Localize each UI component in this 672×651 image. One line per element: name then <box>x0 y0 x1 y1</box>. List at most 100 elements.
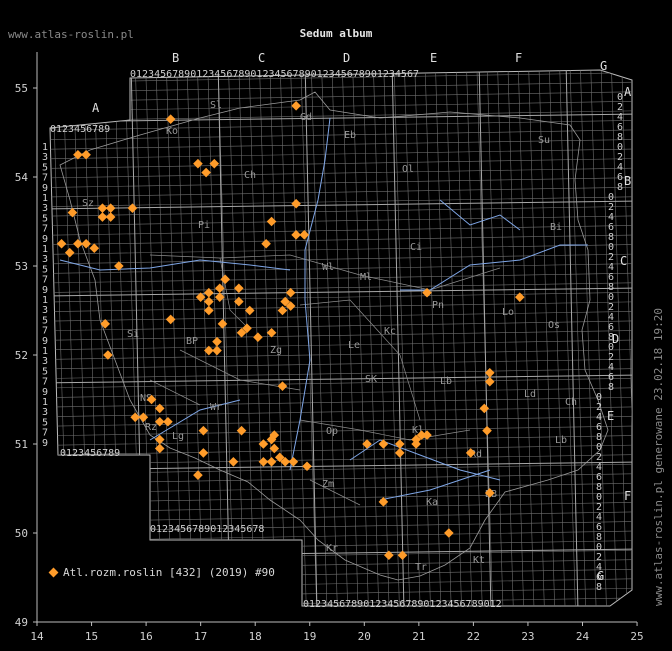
occurrence-point <box>291 198 301 209</box>
region-code: Sz <box>82 198 94 209</box>
region-code: Os <box>548 320 560 331</box>
region-code: Wl <box>322 262 334 273</box>
region-code: Ka <box>426 497 438 508</box>
y-tick-label: 52 <box>15 349 28 362</box>
occurrence-point <box>444 528 454 538</box>
region-line <box>309 479 361 506</box>
occurrence-point <box>236 425 247 436</box>
region-code: Pi <box>198 220 210 231</box>
grid-row-letter: B <box>624 174 631 188</box>
right-digit: 8 <box>608 382 614 393</box>
y-tick-label: 50 <box>15 527 28 540</box>
x-tick-label: 23 <box>521 630 534 643</box>
region-code: Sl <box>210 100 222 111</box>
x-tick-label: 22 <box>467 630 480 643</box>
occurrence-point <box>378 439 389 449</box>
region-code: Wr <box>210 402 222 413</box>
x-tick-label: 24 <box>576 630 590 643</box>
occurrence-point <box>288 456 299 467</box>
occurrence-point <box>165 114 176 124</box>
occurrence-point <box>163 416 173 427</box>
region-code: Kr <box>326 543 338 554</box>
occurrence-point <box>291 230 301 240</box>
region-code: Ch <box>565 397 577 408</box>
y-tick-label: 53 <box>15 260 28 273</box>
region-code: Bi <box>550 222 562 233</box>
y-tick-label: 49 <box>15 616 28 629</box>
occurrence-point <box>479 403 490 414</box>
bottom-mid-digit-row: 0123456789012345678 <box>150 524 264 535</box>
occurrence-point <box>394 439 405 449</box>
occurrence-point <box>89 243 100 254</box>
occurrence-point <box>193 158 203 169</box>
grid-column-letter: G <box>600 59 607 73</box>
occurrence-point <box>220 274 231 285</box>
grid-column-letter: E <box>430 51 437 65</box>
x-tick-label: 14 <box>30 630 44 643</box>
occurrence-point <box>291 100 301 111</box>
occurrence-point <box>266 456 277 467</box>
occurrence-point <box>73 238 83 249</box>
x-tick-label: 17 <box>194 630 207 643</box>
legend-marker-icon <box>48 567 59 578</box>
distribution-map: AB C D E FGABCDEFG01234567890123456789012345… <box>15 51 644 643</box>
river <box>400 244 588 291</box>
occurrence-point <box>204 305 214 316</box>
occurrence-point <box>285 287 296 298</box>
region-line <box>149 379 201 406</box>
region-code: Pn <box>432 300 444 311</box>
x-tick-label: 16 <box>139 630 152 643</box>
left-bottom-digit-row: 0123456789 <box>60 448 120 459</box>
occurrence-point <box>198 448 209 458</box>
occurrence-point <box>277 305 288 316</box>
occurrence-point <box>258 456 269 467</box>
right-digit: 8 <box>596 582 602 593</box>
grid-row-letter: C <box>620 254 627 268</box>
left-digit: 9 <box>42 438 48 449</box>
river <box>439 199 521 231</box>
right-digit: 8 <box>617 182 623 193</box>
region-code: BP <box>186 336 198 347</box>
occurrence-point <box>97 212 108 222</box>
region-code: Lb <box>440 376 452 387</box>
region-code: Zg <box>270 345 282 356</box>
occurrence-point <box>56 238 67 249</box>
grid-row-letter: F <box>624 489 631 503</box>
grid-row-letter: E <box>607 409 614 423</box>
region-code: Ld <box>524 389 536 400</box>
occurrence-point <box>198 425 209 436</box>
occurrence-point <box>212 336 222 347</box>
occurrence-point <box>204 287 214 298</box>
x-tick-label: 21 <box>412 630 425 643</box>
region-code: SK <box>365 374 377 385</box>
region-code: Rz <box>145 422 157 433</box>
grid-row-letter: A <box>624 85 632 99</box>
bottom-digit-row: 012345678901234567890123456789012 <box>303 599 502 610</box>
grid-column-letter: F <box>515 51 522 65</box>
occurrence-point <box>484 367 495 378</box>
grid-column-letter: A <box>92 101 100 115</box>
occurrence-point <box>97 203 108 213</box>
y-tick-label: 54 <box>15 171 29 184</box>
x-tick-label: 20 <box>358 630 371 643</box>
region-code: Eb <box>344 130 356 141</box>
region-code: Le <box>348 340 360 351</box>
occurrence-point <box>514 292 525 302</box>
occurrence-point <box>394 448 405 458</box>
occurrence-point <box>253 332 263 343</box>
legend: Atl.rozm.roslin [432] (2019) #90 <box>48 566 275 579</box>
grid-column-letter: C <box>258 51 265 65</box>
region-code: Ol <box>402 164 414 175</box>
occurrence-point <box>261 238 271 249</box>
x-tick-label: 18 <box>249 630 262 643</box>
occurrence-point <box>64 247 75 258</box>
y-tick-label: 51 <box>15 438 28 451</box>
region-code: Su <box>538 135 550 146</box>
x-tick-label: 19 <box>303 630 316 643</box>
occurrence-point <box>234 283 244 294</box>
occurrence-point <box>228 456 239 467</box>
region-code: Gd <box>300 112 312 123</box>
occurrence-point <box>482 425 492 436</box>
y-tick-label: 55 <box>15 82 28 95</box>
occurrence-point <box>266 216 277 227</box>
